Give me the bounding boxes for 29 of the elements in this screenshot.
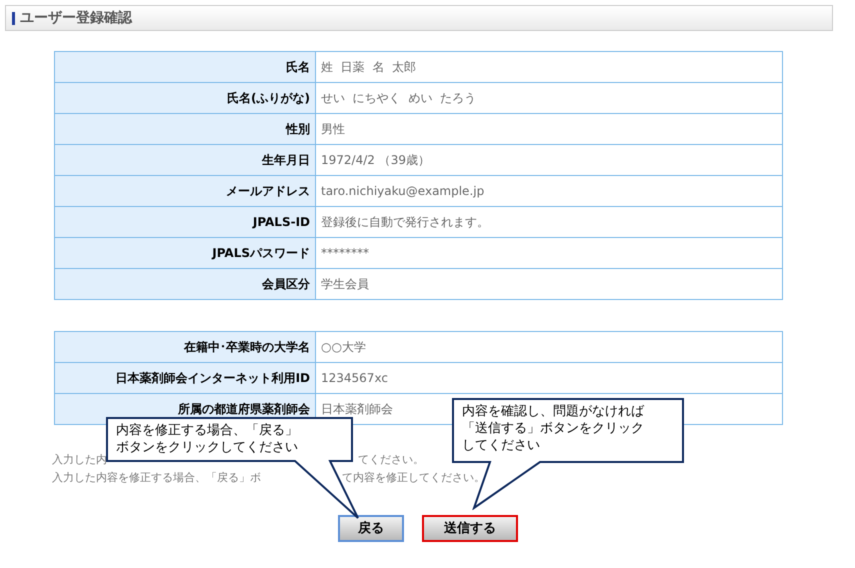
page-title: ユーザー登録確認 xyxy=(20,8,132,28)
field-value: 1972/4/2 （39歳） xyxy=(316,144,782,176)
field-label: 性別 xyxy=(54,114,316,144)
back-button[interactable]: 戻る xyxy=(338,515,404,542)
field-value: 登録後に自動で発行されます。 xyxy=(316,206,782,238)
field-label: メールアドレス xyxy=(54,176,316,206)
field-value: 1234567xc xyxy=(316,362,782,394)
field-label: 会員区分 xyxy=(54,268,316,300)
field-label: 在籍中･卒業時の大学名 xyxy=(54,332,316,362)
field-value: せい にちやく めい たろう xyxy=(316,82,782,114)
field-label: 氏名 xyxy=(54,52,316,82)
field-value: 男性 xyxy=(316,114,782,144)
note-text: てください。 xyxy=(358,452,424,468)
header-marker xyxy=(12,12,15,24)
field-label: JPALS-ID xyxy=(54,206,316,238)
field-label: JPALSパスワード xyxy=(54,238,316,268)
note-text: 入力した内 xyxy=(52,452,108,468)
field-value: ○○大学 xyxy=(316,332,782,362)
submit-button[interactable]: 送信する xyxy=(422,515,518,542)
note-text: て内容を修正してください。 xyxy=(342,470,485,486)
note-text: 入力した内容を修正する場合、「戻る」ボ xyxy=(52,470,262,486)
field-value: 姓 日薬 名 太郎 xyxy=(316,52,782,82)
field-label: 氏名(ふりがな) xyxy=(54,82,316,114)
field-label: 生年月日 xyxy=(54,144,316,176)
field-value: taro.nichiyaku@example.jp xyxy=(316,176,782,206)
field-label: 日本薬剤師会インターネット利用ID xyxy=(54,362,316,394)
callout-text: 内容を修正する場合、「戻る」ボタンをクリックしてください xyxy=(116,422,299,456)
field-value: ******** xyxy=(316,238,782,268)
field-value: 学生会員 xyxy=(316,268,782,300)
